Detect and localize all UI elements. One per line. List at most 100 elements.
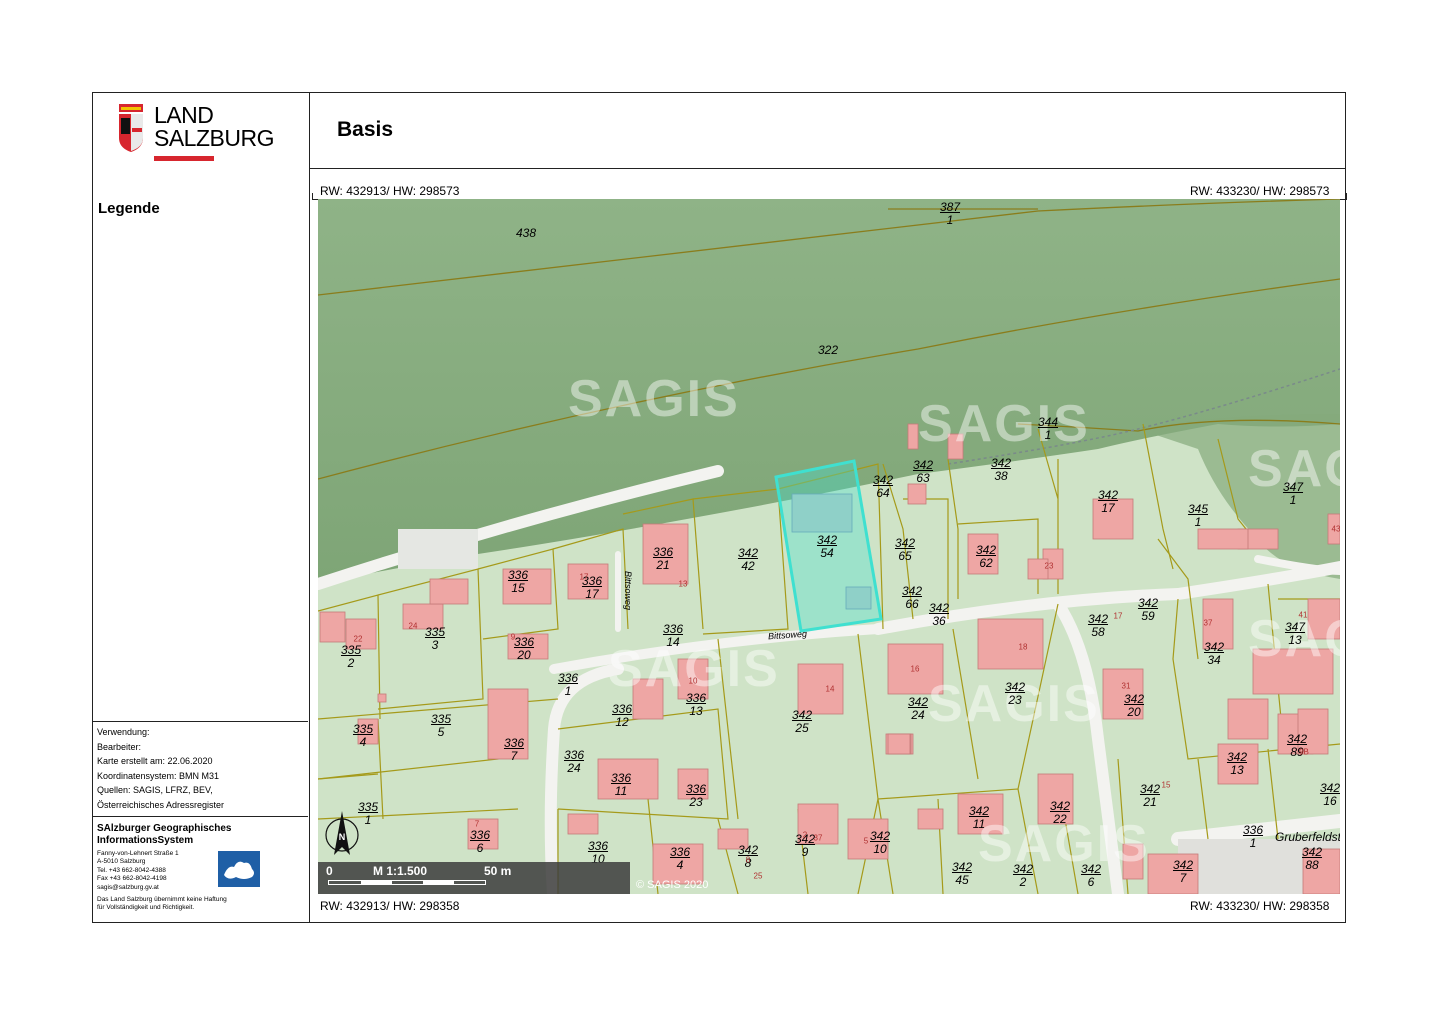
parcel-label: 344 1: [1038, 416, 1058, 442]
street-label: Gruberfeldst: [1274, 830, 1340, 844]
logo-red-bar: [154, 156, 214, 161]
org-address-line: Fanny-von-Lehnert Straße 1: [97, 850, 179, 857]
parcel-subnumber: 1: [1249, 836, 1257, 850]
parcel-subnumber: 13: [689, 704, 703, 718]
parcel-subnumber: 38: [994, 469, 1008, 483]
parcel-label: 342 34: [1204, 641, 1224, 667]
org-email[interactable]: sagis@salzburg.gv.at: [97, 884, 308, 892]
parcel-subnumber: 5: [437, 725, 445, 739]
parcel-subnumber: 6: [476, 841, 484, 855]
parcel-label: 342 42: [738, 547, 758, 573]
salzburg-coat-of-arms-icon: [119, 104, 143, 152]
parcel-subnumber: 20: [517, 648, 531, 662]
parcel-subnumber: 16: [1323, 794, 1337, 808]
meta-line: Koordinatensystem: BMN M31: [97, 770, 220, 781]
parcel-number: 322: [817, 343, 839, 357]
parcel-label: 342 45: [952, 861, 972, 887]
house-number: 17: [1113, 611, 1123, 621]
parcel-label: 336 21: [653, 546, 673, 572]
org-address: Fanny-von-Lehnert Straße 1 A-5010 Salzbu…: [97, 850, 308, 892]
parcel-subnumber: 21: [1143, 795, 1157, 809]
parcel-subnumber: 64: [876, 486, 890, 500]
parcel-label: 336 23: [686, 783, 706, 809]
house-number: 37: [1203, 618, 1213, 628]
organization-info: SAlzburger Geographisches InformationsSy…: [92, 816, 308, 923]
org-name-line2: InformationsSystem: [97, 835, 194, 846]
watermark: SAGIS: [918, 395, 1090, 453]
parcel-subnumber: 11: [614, 784, 628, 798]
org-address-line: A-5010 Salzburg: [97, 858, 146, 866]
house-number: 5: [863, 836, 869, 846]
coord-bottom-right: RW: 433230/ HW: 298358: [1190, 899, 1330, 913]
parcel-subnumber: 14: [666, 635, 680, 649]
logo-line1: LAND: [154, 102, 214, 128]
parcel-subnumber: 62: [979, 556, 993, 570]
logo-line2: SALZBURG: [154, 125, 274, 151]
parcel-subnumber: 2: [1019, 875, 1027, 889]
parcel-label: 335 3: [425, 626, 445, 652]
disclaimer: Das Land Salzburg übernimmt keine Haftun…: [97, 896, 308, 912]
sagis-logo-icon: [218, 851, 260, 887]
parcel-subnumber: 3: [431, 638, 439, 652]
scale-ratio: M 1:1.500: [373, 864, 428, 878]
parcel-label: 336 20: [514, 636, 534, 662]
parcel-subnumber: 23: [1008, 693, 1022, 707]
legend-title: Legende: [98, 200, 160, 217]
meta-line: Verwendung:: [97, 727, 150, 737]
house-number: 16: [910, 664, 920, 674]
street-label: Bittsoweg: [623, 570, 634, 611]
parcel-label: 342 23: [1005, 681, 1025, 707]
parcel-subnumber: 7: [510, 749, 518, 763]
house-number: 9B: [1299, 747, 1309, 757]
north-arrow-icon: N: [322, 809, 362, 857]
parcel-label: 336 15: [508, 569, 528, 595]
parcel-subnumber: 10: [873, 842, 887, 856]
parcel-label: 336 14: [663, 623, 683, 649]
scale-bar: 0 M 1:1.500 50 m: [318, 862, 630, 894]
house-number: 31: [1121, 681, 1131, 691]
parcel-label: 322: [818, 344, 838, 357]
parcel-subnumber: 4: [359, 735, 367, 749]
parcel-subnumber: 34: [1207, 653, 1221, 667]
parcel-label: 342 10: [870, 830, 890, 856]
parcel-subnumber: 1: [1289, 493, 1297, 507]
org-name-line1: SAlzburger Geographisches: [97, 823, 232, 834]
meta-line: Quellen: SAGIS, LFRZ, BEV,: [97, 785, 213, 795]
parcel-label: 336 1: [558, 672, 578, 698]
parcel-label: 342 58: [1088, 613, 1108, 639]
scale-segment: [361, 881, 392, 884]
parcel-label: 342 59: [1138, 597, 1158, 623]
coord-top-right: RW: 433230/ HW: 298573: [1190, 184, 1330, 198]
parcel-subnumber: 1: [1194, 515, 1202, 529]
parcel-subnumber: 17: [1101, 501, 1115, 515]
parcel-subnumber: 63: [916, 471, 930, 485]
parcel-subnumber: 7: [1179, 871, 1187, 885]
scale-end: 50 m: [484, 864, 512, 878]
north-label: N: [339, 832, 346, 842]
house-number: 24: [408, 621, 418, 631]
house-number: 18: [1018, 642, 1028, 652]
parcel-label: 345 1: [1188, 503, 1208, 529]
parcel-subnumber: 58: [1091, 625, 1105, 639]
parcel-label: 336 24: [564, 749, 584, 775]
parcel-subnumber: 9: [801, 845, 809, 859]
parcel-label: 342 6: [1081, 863, 1101, 889]
parcel-subnumber: 65: [898, 549, 912, 563]
parcel-subnumber: 25: [795, 721, 809, 735]
parcel-subnumber: 42: [741, 559, 755, 573]
coord-bottom-left: RW: 432913/ HW: 298358: [320, 899, 460, 913]
parcel-subnumber: 24: [567, 761, 581, 775]
parcel-label: 342 13: [1227, 751, 1247, 777]
parcel-label: 387 1: [940, 201, 960, 227]
cadastral-map[interactable]: SAGIS SAGIS SAGIS SAGIS SAGIS SAGIS SAGI…: [318, 199, 1340, 894]
parcel-label: 336 1: [1243, 824, 1263, 850]
coord-top-left: RW: 432913/ HW: 298573: [320, 184, 460, 198]
page-title: Basis: [337, 118, 394, 141]
parcel-subnumber: 22: [1053, 812, 1067, 826]
meta-line: Bearbeiter:: [97, 741, 142, 752]
watermark: SAGIS: [568, 370, 740, 428]
parcel-label: 342 7: [1173, 859, 1193, 885]
parcel-label: 438: [516, 227, 536, 240]
parcel-label: 336 13: [686, 692, 706, 718]
disclaimer-line2: für Vollständigkeit und Richtigkeit.: [97, 904, 195, 912]
